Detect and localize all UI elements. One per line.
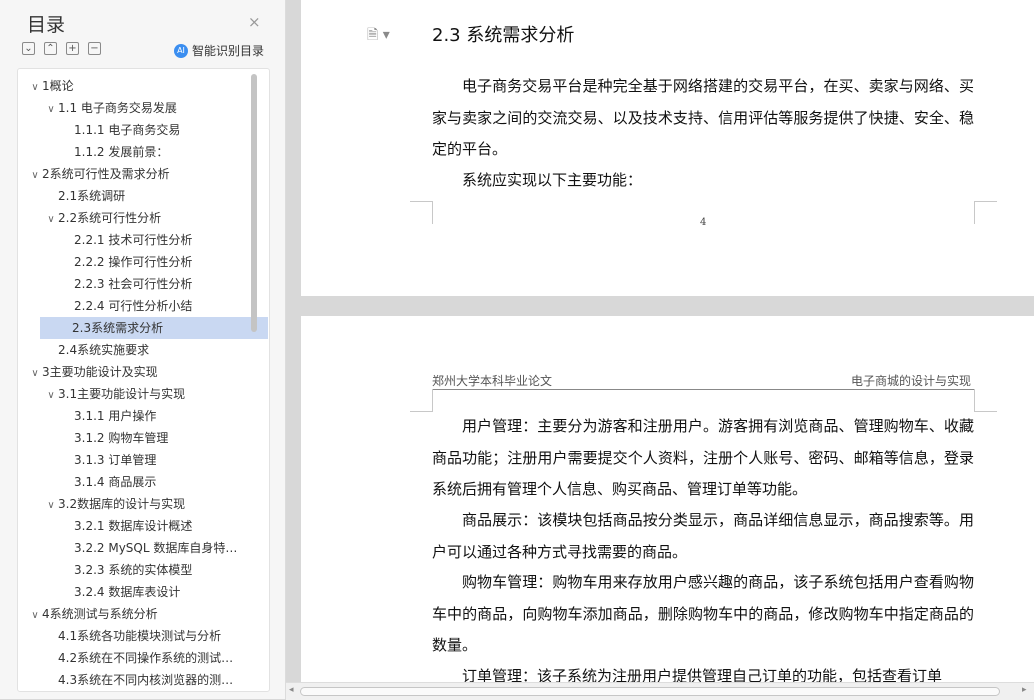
toc-item[interactable]: 2.4系统实施要求 <box>44 339 149 361</box>
ai-icon: AI <box>174 43 188 58</box>
toc-toolbar: ⌄ ⌃ + − <box>22 42 101 55</box>
section-heading: 2.3 系统需求分析 <box>432 25 575 46</box>
toc-item-label: 2.2.4 可行性分析小结 <box>74 299 193 313</box>
chevron-down-icon[interactable]: ∨ <box>44 99 58 121</box>
margin-corner-mark <box>974 389 997 412</box>
paragraph: 用户管理：主要分为游客和注册用户。游客拥有浏览商品、管理购物车、收藏商品功能；注… <box>432 417 974 498</box>
toc-item-label: 2.2.3 社会可行性分析 <box>74 277 193 291</box>
toc-item-label: 3.1.2 购物车管理 <box>74 431 169 445</box>
toc-item-label: 3主要功能设计及实现 <box>42 365 158 379</box>
header-left: 郑州大学本科毕业论文 <box>432 374 553 388</box>
toc-item-label: 4.1系统各功能模块测试与分析 <box>58 629 222 643</box>
scroll-right-icon[interactable]: ▸ <box>1022 685 1027 695</box>
toc-item-label: 1.1.1 电子商务交易 <box>74 123 181 137</box>
toc-item[interactable]: ∨ 1概论 <box>28 75 74 99</box>
toc-item[interactable]: 4.2系统在不同操作系统的测试… <box>44 647 233 669</box>
toc-item-label: 3.1.4 商品展示 <box>74 475 157 489</box>
chevron-down-icon[interactable]: ∨ <box>44 385 58 407</box>
toc-item[interactable]: ∨ 3主要功能设计及实现 <box>28 361 158 385</box>
page-number: 4 <box>700 217 707 228</box>
toc-item-label: 3.1.3 订单管理 <box>74 453 157 467</box>
toc-item[interactable]: ∨ 2系统可行性及需求分析 <box>28 163 170 187</box>
toc-item-label: 4.2系统在不同操作系统的测试… <box>58 651 234 665</box>
horizontal-scrollbar[interactable]: ◂ ▸ <box>286 682 1034 700</box>
toc-sidebar: 目录 × ⌄ ⌃ + − AI 智能识别目录 ∨ 1概论 ∨ 1.1 电子商务交易发展… <box>0 0 286 699</box>
paragraph: 购物车管理：购物车用来存放用户感兴趣的商品，该子系统包括用户查看购物车中的商品，… <box>432 573 974 654</box>
document-icon[interactable]: 🗎 ▾ <box>367 24 390 48</box>
toc-item[interactable]: 2.2.4 可行性分析小结 <box>60 295 192 317</box>
paragraph: 商品展示：该模块包括商品按分类显示，商品详细信息显示，商品搜索等。用户可以通过各… <box>432 511 974 561</box>
smart-toc-label: 智能识别目录 <box>192 44 265 58</box>
toc-item[interactable]: ∨ 3.1主要功能设计与实现 <box>44 383 185 405</box>
toc-item[interactable]: 4.3系统在不同内核浏览器的测… <box>44 669 233 691</box>
toc-item-label: 3.1主要功能设计与实现 <box>58 387 186 401</box>
chevron-down-icon[interactable]: ∨ <box>44 209 58 231</box>
toc-item-label: 3.2.3 系统的实体模型 <box>74 563 193 577</box>
toc-item-label: 2.3系统需求分析 <box>72 321 164 335</box>
toc-item[interactable]: 1.1.1 电子商务交易 <box>60 119 180 141</box>
toc-item[interactable]: 2.1系统调研 <box>44 185 125 207</box>
add-heading-button[interactable]: + <box>66 42 79 55</box>
toc-item[interactable]: 3.2.3 系统的实体模型 <box>60 559 192 581</box>
close-icon[interactable]: × <box>248 13 261 31</box>
toc-item-label: 4.3系统在不同内核浏览器的测… <box>58 673 234 687</box>
toc-item-label: 2.2系统可行性分析 <box>58 211 162 225</box>
margin-corner-mark <box>410 389 433 412</box>
toc-item-label: 1.1 电子商务交易发展 <box>58 101 177 115</box>
paragraph: 系统应实现以下主要功能： <box>462 171 643 189</box>
toc-item[interactable]: ∨ 2.2系统可行性分析 <box>44 207 161 229</box>
toc-item-label: 2.2.2 操作可行性分析 <box>74 255 193 269</box>
toc-item[interactable]: 2.2.3 社会可行性分析 <box>60 273 192 295</box>
chevron-down-icon[interactable]: ∨ <box>28 605 42 627</box>
toc-item-label: 2.4系统实施要求 <box>58 343 150 357</box>
scroll-left-icon[interactable]: ◂ <box>289 685 294 695</box>
header-right: 电子商城的设计与实现 <box>851 374 972 388</box>
toc-item-label: 3.2.1 数据库设计概述 <box>74 519 193 533</box>
toc-item-label: 1.1.2 发展前景： <box>74 145 169 159</box>
toc-item[interactable]: 3.1.2 购物车管理 <box>60 427 168 449</box>
header-rule <box>432 389 974 390</box>
toc-item[interactable]: ∨ 4系统测试与系统分析 <box>28 603 158 627</box>
toc-list: ∨ 1概论 ∨ 1.1 电子商务交易发展 1.1.1 电子商务交易 1.1.2 发展前景：… <box>17 68 270 692</box>
toc-item-label: 2.1系统调研 <box>58 189 126 203</box>
toc-item-label: 2系统可行性及需求分析 <box>42 167 170 181</box>
toc-item[interactable]: 1.1.2 发展前景： <box>60 141 168 163</box>
toc-item[interactable]: 3.1.3 订单管理 <box>60 449 156 471</box>
paragraph: 电子商务交易平台是种完全基于网络搭建的交易平台，在买、卖家与网络、买家与卖家之间… <box>432 77 974 158</box>
toc-item[interactable]: 2.2.2 操作可行性分析 <box>60 251 192 273</box>
toc-item-label: 4系统测试与系统分析 <box>42 607 158 621</box>
toc-item[interactable]: 2.2.1 技术可行性分析 <box>60 229 192 251</box>
chevron-down-icon[interactable]: ∨ <box>28 77 42 99</box>
scrollbar-thumb[interactable] <box>300 687 1000 696</box>
toc-item[interactable]: ∨ 3.2数据库的设计与实现 <box>44 493 185 515</box>
chevron-down-icon[interactable]: ∨ <box>28 363 42 385</box>
toc-item-label: 1概论 <box>42 79 74 93</box>
toc-item[interactable]: 3.2.1 数据库设计概述 <box>60 515 192 537</box>
document-page-5: 郑州大学本科毕业论文 电子商城的设计与实现 用户管理：主要分为游客和注册用户。游… <box>301 316 1034 699</box>
document-page-4: 🗎 ▾ 2.3 系统需求分析 电子商务交易平台是种完全基于网络搭建的交易平台，在… <box>301 0 1034 296</box>
margin-corner-mark <box>410 201 433 224</box>
toc-item[interactable]: 3.1.1 用户操作 <box>60 405 156 427</box>
chevron-down-icon[interactable]: ∨ <box>28 165 42 187</box>
remove-heading-button[interactable]: − <box>88 42 101 55</box>
toc-item-label: 2.2.1 技术可行性分析 <box>74 233 193 247</box>
expand-all-button[interactable]: ⌄ <box>22 42 35 55</box>
toc-item[interactable]: 3.2.2 MySQL 数据库自身特… <box>60 537 237 559</box>
toc-item[interactable]: 4.1系统各功能模块测试与分析 <box>44 625 221 647</box>
collapse-all-button[interactable]: ⌃ <box>44 42 57 55</box>
chevron-down-icon[interactable]: ∨ <box>44 495 58 517</box>
toc-item[interactable]: 3.2.4 数据库表设计 <box>60 581 180 603</box>
toc-item-label: 3.2.2 MySQL 数据库自身特… <box>74 541 238 555</box>
toc-item[interactable]: ∨ 1.1 电子商务交易发展 <box>44 97 177 119</box>
margin-corner-mark <box>974 201 997 224</box>
toc-item[interactable]: 2.3系统需求分析 <box>40 317 268 339</box>
toc-item-label: 3.1.1 用户操作 <box>74 409 157 423</box>
toc-scrollbar-thumb[interactable] <box>251 74 257 332</box>
toc-item[interactable]: 3.1.4 商品展示 <box>60 471 156 493</box>
smart-toc-button[interactable]: AI 智能识别目录 <box>174 42 264 59</box>
toc-item-label: 3.2.4 数据库表设计 <box>74 585 181 599</box>
toc-item-label: 3.2数据库的设计与实现 <box>58 497 186 511</box>
sidebar-title: 目录 <box>27 14 66 36</box>
